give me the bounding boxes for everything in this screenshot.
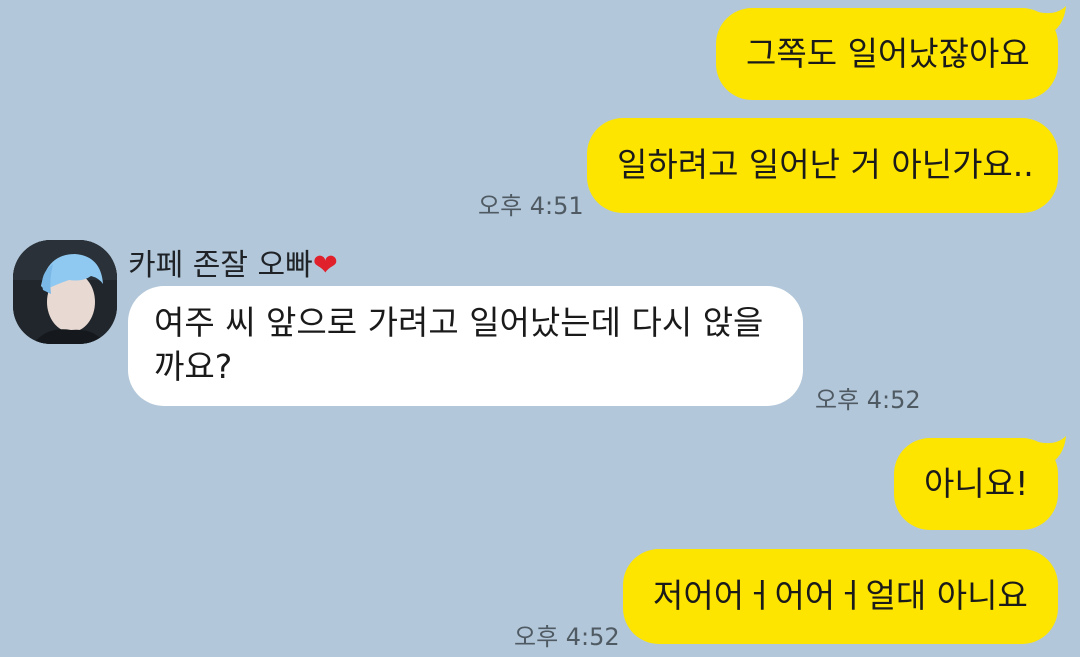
bubble-tail: [1038, 436, 1066, 466]
other-message-bubble[interactable]: 여주 씨 앞으로 가려고 일어났는데 다시 앉을까요?: [128, 286, 803, 406]
timestamp: 오후 4:51: [478, 192, 584, 220]
message-text: 저어어ㅓ어어ㅓ얼대 아니요: [653, 576, 1028, 615]
my-message-bubble[interactable]: 그쪽도 일어났잖아요: [716, 8, 1058, 100]
my-message-bubble[interactable]: 저어어ㅓ어어ㅓ얼대 아니요: [623, 549, 1058, 644]
bubble-tail: [1038, 6, 1066, 36]
message-text: 여주 씨 앞으로 가려고 일어났는데 다시 앉을까요?: [154, 303, 764, 386]
timestamp: 오후 4:52: [815, 386, 921, 414]
avatar[interactable]: [13, 240, 117, 344]
timestamp: 오후 4:52: [514, 623, 620, 651]
my-message-bubble[interactable]: 일하려고 일어난 거 아닌가요..: [587, 118, 1058, 213]
heart-icon: ❤: [312, 248, 338, 283]
sender-name: 카페 존잘 오빠❤: [128, 248, 338, 283]
message-text: 그쪽도 일어났잖아요: [746, 34, 1030, 73]
profile-photo: [13, 240, 117, 344]
message-text: 일하려고 일어난 거 아닌가요..: [617, 145, 1034, 184]
chat-view[interactable]: 그쪽도 일어났잖아요 일하려고 일어난 거 아닌가요.. 오후 4:51 카페 …: [0, 0, 1080, 657]
my-message-bubble[interactable]: 아니요!: [894, 438, 1058, 530]
message-text: 아니요!: [924, 464, 1029, 503]
